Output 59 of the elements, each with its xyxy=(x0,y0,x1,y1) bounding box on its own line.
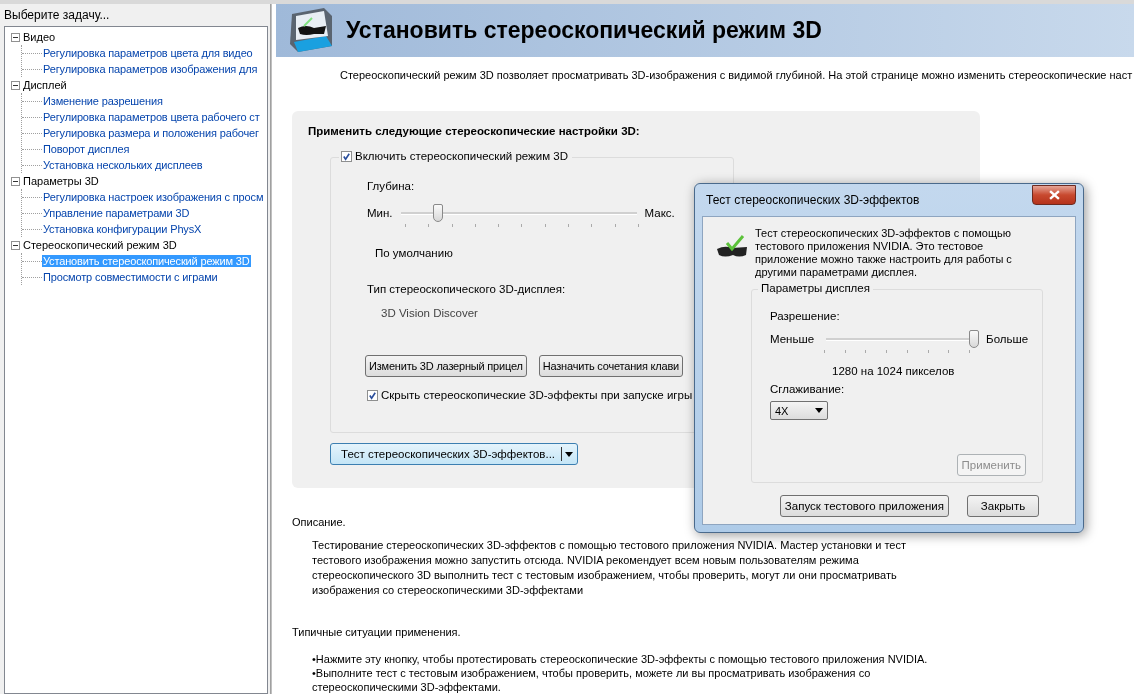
dialog-text: Тест стереоскопических 3D-эффектов с помощью тестового приложения NVIDIA. Это тестовое приложение можно также настроить для работы с другими параметрами дисплея. xyxy=(755,227,1013,279)
antialiasing-label: Сглаживание: xyxy=(770,383,846,395)
panel-title: Выберите задачу... xyxy=(3,7,111,24)
checkbox[interactable] xyxy=(341,151,352,162)
hotkeys-button[interactable]: Назначить сочетания клави xyxy=(538,355,684,378)
resolution-label: Разрешение: xyxy=(770,310,841,322)
description-text: Тестирование стереоскопических 3D-эффектов с помощью тестового приложения NVIDIA. Мастер установки и тест тестового изображения можно запустить отсюда. NVIDIA рекомендует всем новым пользователям режима стереоскопического 3D выполнить тест с тестовым изображением, чтобы проверить, могут ли они просматривать изображения со стереоскопическими 3D-эффектами xyxy=(312,538,908,598)
tree-item[interactable]: Поворот дисплея xyxy=(42,143,131,155)
usage-item: •Выполните тест с тестовым изображением, чтобы проверить, можете ли вы просматривать изображения со стереоскопическими 3D-эффектами. xyxy=(312,666,872,694)
caret-icon xyxy=(565,452,573,457)
crosshair-button[interactable]: Изменить 3D лазерный прицел xyxy=(365,355,527,378)
close-dialog-button[interactable]: Закрыть xyxy=(967,495,1039,517)
tree-group[interactable]: Дисплей xyxy=(23,79,67,91)
depth-slider[interactable] xyxy=(400,204,637,223)
tree-item[interactable]: Регулировка параметров изображения для xyxy=(42,63,259,75)
checkbox-label: Включить стереоскопический режим 3D xyxy=(355,150,568,163)
caret-icon xyxy=(815,408,823,413)
antialiasing-dropdown[interactable]: 4X xyxy=(770,401,828,420)
tree-group[interactable]: Параметры 3D xyxy=(23,175,99,187)
close-icon xyxy=(1048,190,1060,200)
collapse-icon[interactable] xyxy=(11,240,20,250)
intro-text: Стереоскопический режим 3D позволяет просматривать 3D-изображения с видимой глубиной. На этой странице можно изменить стереоскопические наст xyxy=(340,69,1134,82)
max-label: Больше xyxy=(986,333,1029,345)
test-split-button[interactable]: Тест стереоскопических 3D-эффектов... xyxy=(330,443,578,466)
tree-item[interactable]: Просмотр совместимости с играми xyxy=(42,271,219,283)
checkbox-label: Скрыть стереоскопические 3D-эффекты при запуске игры xyxy=(381,389,693,402)
tree-item[interactable]: Изменение разрешения xyxy=(42,95,164,107)
tree-item[interactable]: Установка конфигурации PhysX xyxy=(42,223,203,235)
dialog-title: Тест стереоскопических 3D-эффектов xyxy=(706,193,920,207)
description-heading: Описание. xyxy=(292,516,347,528)
tree-item[interactable]: Регулировка параметров цвета для видео xyxy=(42,47,254,59)
tree-group[interactable]: Видео xyxy=(23,31,56,43)
collapse-icon[interactable] xyxy=(11,80,20,90)
min-label: Меньше xyxy=(770,333,815,345)
collapse-icon[interactable] xyxy=(11,176,20,186)
tree-item[interactable]: Установка нескольких дисплеев xyxy=(42,159,204,171)
depth-label: Глубина: xyxy=(367,180,416,193)
display-type-value: 3D Vision Discover xyxy=(381,307,479,320)
slider-thumb[interactable] xyxy=(433,204,444,223)
tree-item[interactable]: Регулировка настроек изображения с просм xyxy=(42,191,265,203)
page-title: Установить стереоскопический режим 3D xyxy=(346,17,822,45)
tree-item[interactable]: Регулировка параметров цвета рабочего ст xyxy=(42,111,261,123)
slider-thumb[interactable] xyxy=(969,330,980,348)
close-button[interactable] xyxy=(1032,185,1076,205)
tree-group[interactable]: Стереоскопический режим 3D xyxy=(23,239,177,251)
default-label: По умолчанию xyxy=(375,247,454,260)
tree-item[interactable]: Управление параметрами 3D xyxy=(42,207,191,219)
usage-item: •Нажмите эту кнопку, чтобы протестировать стереоскопические 3D-эффекты с помощью тестового приложения NVIDIA. xyxy=(312,652,929,666)
tree-item[interactable]: Регулировка размера и положения рабочег xyxy=(42,127,260,139)
checkbox[interactable] xyxy=(367,390,378,401)
usage-heading: Типичные ситуации применения. xyxy=(292,626,462,638)
settings-heading: Применить следующие стереоскопические настройки 3D: xyxy=(308,125,641,138)
display-type-label: Тип стереоскопического 3D-дисплея: xyxy=(367,283,567,296)
collapse-icon[interactable] xyxy=(11,32,20,42)
max-label: Макс. xyxy=(644,207,675,220)
resolution-reading: 1280 на 1024 пикселов xyxy=(832,365,956,377)
launch-button[interactable]: Запуск тестового приложения xyxy=(779,495,949,517)
min-label: Мин. xyxy=(367,207,393,220)
group-title: Параметры дисплея xyxy=(758,282,873,294)
